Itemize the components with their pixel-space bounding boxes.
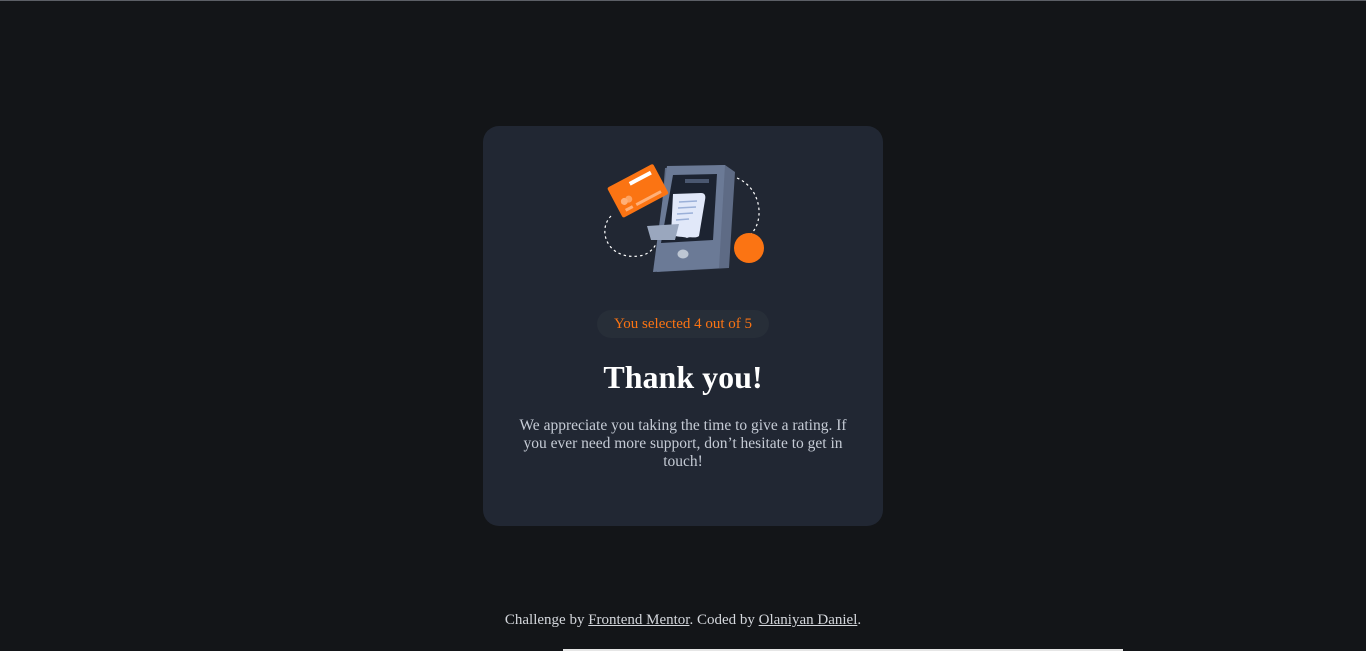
footer-middle: . Coded by xyxy=(689,612,759,628)
page-title: Thank you! xyxy=(603,359,763,395)
author-link[interactable]: Olaniyan Daniel xyxy=(759,612,858,628)
footer-prefix: Challenge by xyxy=(504,612,589,628)
thank-you-message: We appreciate you taking the time to giv… xyxy=(519,417,847,470)
thank-you-phone-illustration-icon xyxy=(604,164,764,272)
thank-you-card: You selected 4 out of 5 Thank you! We ap… xyxy=(483,126,883,526)
selected-rating-badge: You selected 4 out of 5 xyxy=(597,310,769,338)
attribution-footer: Challenge by Frontend Mentor. Coded by O… xyxy=(0,610,1366,630)
top-border xyxy=(0,0,1366,1)
footer-suffix: . xyxy=(857,612,862,628)
frontend-mentor-link[interactable]: Frontend Mentor xyxy=(588,612,689,628)
